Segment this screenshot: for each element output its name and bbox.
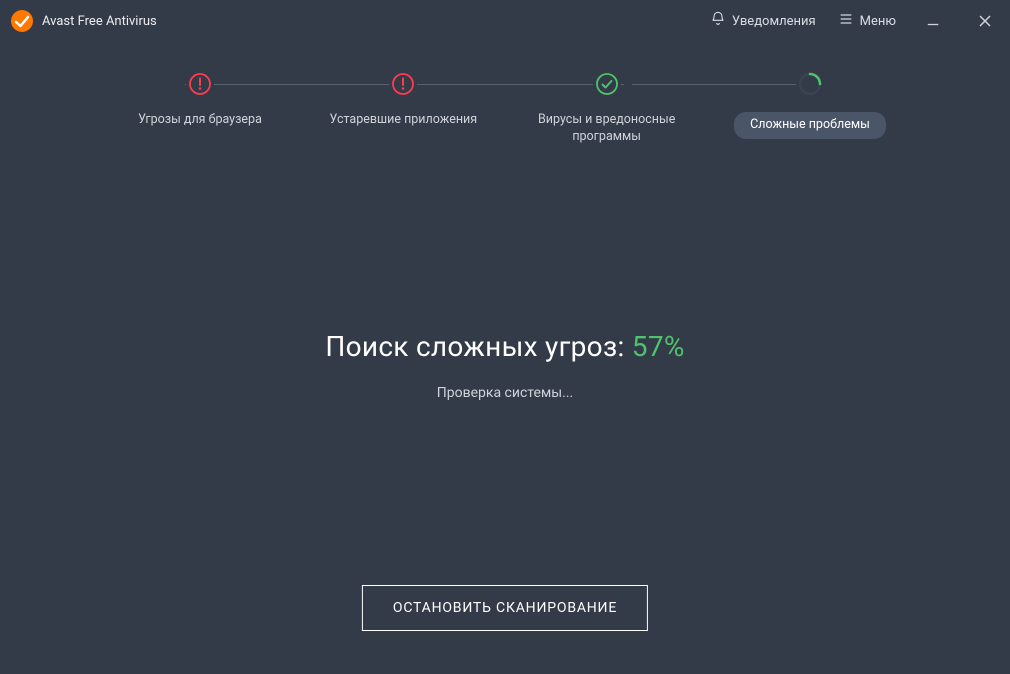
minimize-button[interactable] xyxy=(918,6,948,36)
scan-percent: 57% xyxy=(632,330,685,363)
hamburger-icon xyxy=(838,11,854,31)
step-label: Вирусы и вредоносные программы xyxy=(522,112,692,146)
stepper-connector xyxy=(632,84,822,85)
scan-status: Проверка системы... xyxy=(437,385,573,401)
menu-button[interactable]: Меню xyxy=(838,11,896,31)
step-label: Сложные проблемы xyxy=(734,112,886,139)
scan-headline: Поиск сложных угроз: 57% xyxy=(325,330,684,363)
check-icon xyxy=(593,70,621,98)
step-outdated-apps: Устаревшие приложения xyxy=(313,70,493,129)
title-bar: Avast Free Antivirus Уведомления Меню xyxy=(0,0,1010,42)
close-button[interactable] xyxy=(970,6,1000,36)
menu-label: Меню xyxy=(860,14,896,29)
stepper-connector xyxy=(185,84,402,85)
app-logo-icon xyxy=(10,9,34,33)
app-title: Avast Free Antivirus xyxy=(42,14,157,29)
notifications-button[interactable]: Уведомления xyxy=(710,11,816,31)
main-content: Поиск сложных угроз: 57% Проверка систем… xyxy=(0,330,1010,401)
step-label: Устаревшие приложения xyxy=(330,112,478,129)
spinner-icon xyxy=(796,70,824,98)
step-label: Угрозы для браузера xyxy=(138,112,262,129)
warning-icon xyxy=(389,70,417,98)
notifications-label: Уведомления xyxy=(732,14,816,29)
bell-icon xyxy=(710,11,726,31)
step-browser-threats: Угрозы для браузера xyxy=(110,70,290,129)
warning-icon xyxy=(186,70,214,98)
step-advanced-issues: Сложные проблемы xyxy=(720,70,900,139)
progress-stepper: Угрозы для браузера Устаревшие приложени… xyxy=(0,70,1010,146)
step-viruses-malware: Вирусы и вредоносные программы xyxy=(517,70,697,146)
scan-headline-text: Поиск сложных угроз: xyxy=(325,330,631,363)
stop-scan-button[interactable]: ОСТАНОВИТЬ СКАНИРОВАНИЕ xyxy=(362,585,648,631)
